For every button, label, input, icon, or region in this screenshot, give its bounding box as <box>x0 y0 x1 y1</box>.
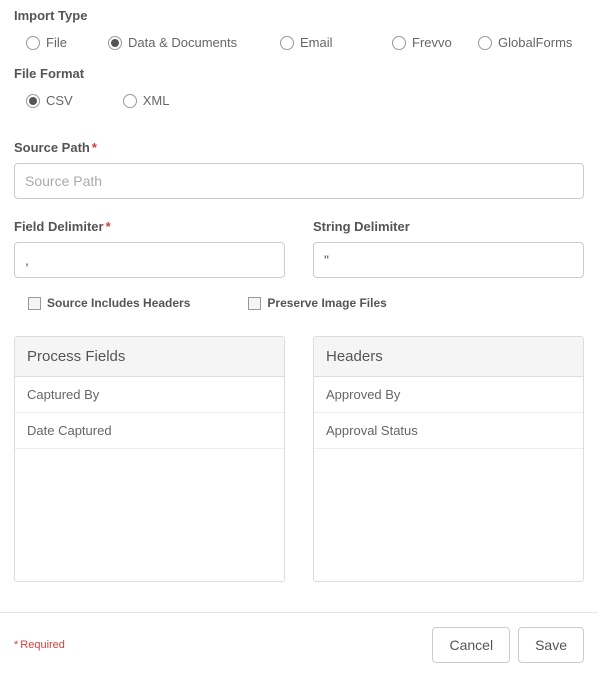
radio-csv[interactable]: CSV <box>26 93 73 108</box>
radio-label: Email <box>300 35 333 50</box>
field-delimiter-label: Field Delimiter* <box>14 219 285 234</box>
list-item[interactable]: Date Captured <box>15 413 284 449</box>
radio-icon <box>26 94 40 108</box>
import-type-group: File Data & Documents Email Frevvo Globa… <box>14 35 584 50</box>
radio-frevvo[interactable]: Frevvo <box>392 35 478 50</box>
radio-label: CSV <box>46 93 73 108</box>
headers-header: Headers <box>314 337 583 377</box>
radio-globalforms[interactable]: GlobalForms <box>478 35 572 50</box>
file-format-group: CSV XML <box>14 93 584 108</box>
preserve-images-checkbox[interactable]: Preserve Image Files <box>248 296 386 310</box>
radio-icon <box>478 36 492 50</box>
required-asterisk-icon: * <box>14 639 18 651</box>
checkbox-icon <box>28 297 41 310</box>
required-asterisk-icon: * <box>106 219 111 234</box>
source-path-input[interactable] <box>14 163 584 199</box>
import-type-label: Import Type <box>14 8 584 23</box>
radio-icon <box>280 36 294 50</box>
checkbox-label: Source Includes Headers <box>47 296 190 310</box>
file-format-label: File Format <box>14 66 584 81</box>
radio-xml[interactable]: XML <box>123 93 170 108</box>
process-fields-panel: Process Fields Captured By Date Captured <box>14 336 285 582</box>
cancel-button[interactable]: Cancel <box>432 627 510 663</box>
process-fields-header: Process Fields <box>15 337 284 377</box>
list-item[interactable]: Captured By <box>15 377 284 413</box>
required-note: *Required <box>14 639 65 651</box>
field-delimiter-input[interactable] <box>14 242 285 278</box>
list-item[interactable]: Approved By <box>314 377 583 413</box>
string-delimiter-input[interactable] <box>313 242 584 278</box>
radio-icon <box>123 94 137 108</box>
radio-email[interactable]: Email <box>280 35 392 50</box>
list-item[interactable]: Approval Status <box>314 413 583 449</box>
string-delimiter-label: String Delimiter <box>313 219 584 234</box>
radio-label: Data & Documents <box>128 35 237 50</box>
required-asterisk-icon: * <box>92 140 97 155</box>
radio-label: GlobalForms <box>498 35 572 50</box>
radio-data-documents[interactable]: Data & Documents <box>108 35 280 50</box>
radio-icon <box>392 36 406 50</box>
radio-icon <box>26 36 40 50</box>
save-button[interactable]: Save <box>518 627 584 663</box>
radio-label: Frevvo <box>412 35 452 50</box>
checkbox-icon <box>248 297 261 310</box>
radio-label: File <box>46 35 67 50</box>
headers-panel: Headers Approved By Approval Status <box>313 336 584 582</box>
radio-label: XML <box>143 93 170 108</box>
checkbox-label: Preserve Image Files <box>267 296 386 310</box>
radio-file[interactable]: File <box>26 35 108 50</box>
source-path-label: Source Path* <box>14 140 584 155</box>
source-headers-checkbox[interactable]: Source Includes Headers <box>28 296 190 310</box>
radio-icon <box>108 36 122 50</box>
